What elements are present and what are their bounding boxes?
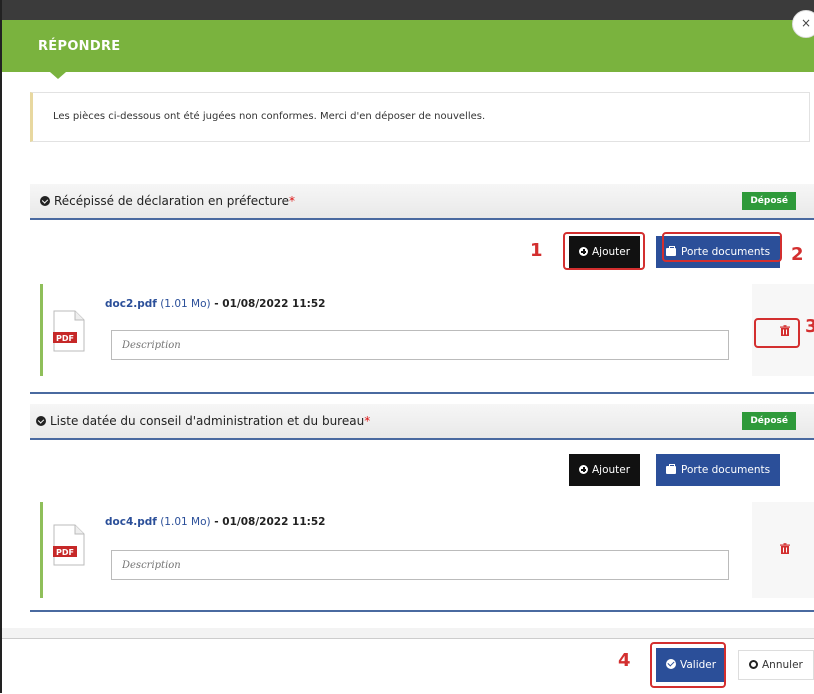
section-divider [30, 610, 814, 612]
annotation-box-4 [650, 642, 726, 688]
document-size: (1.01 Mo) [160, 516, 211, 528]
description-input[interactable] [111, 550, 729, 580]
modal-title: RÉPONDRE [38, 39, 121, 54]
add-label: Ajouter [592, 464, 631, 476]
section-title-text: Récépissé de déclaration en préfecture [54, 194, 290, 208]
document-panel: PDF doc2.pdf (1.01 Mo) - 01/08/2022 11:5… [40, 284, 814, 376]
section-divider [30, 392, 814, 394]
annotation-number-3: 3 [805, 316, 814, 337]
annotation-box-2 [662, 232, 782, 262]
description-input[interactable] [111, 330, 729, 360]
briefcase-icon [666, 464, 676, 474]
document-filename[interactable]: doc2.pdf [105, 298, 157, 310]
cancel-button[interactable]: Annuler [738, 650, 814, 680]
annotation-number-4: 4 [618, 650, 631, 671]
required-mark: * [364, 414, 371, 428]
notice-box: Les pièces ci-dessous ont été jugées non… [30, 92, 810, 142]
close-button[interactable]: × [792, 10, 814, 38]
annotation-number-2: 2 [791, 244, 804, 265]
portfolio-button[interactable]: Porte documents [656, 454, 781, 486]
svg-text:PDF: PDF [56, 548, 74, 557]
document-date: 01/08/2022 11:52 [222, 516, 326, 528]
required-mark: * [289, 194, 296, 208]
check-circle-icon [36, 416, 46, 426]
document-separator: - [210, 298, 223, 310]
document-filename[interactable]: doc4.pdf [105, 516, 157, 528]
modal-header: RÉPONDRE [2, 20, 814, 72]
header-notch [50, 72, 66, 79]
add-button[interactable]: Ajouter [569, 454, 641, 486]
document-name: doc2.pdf (1.01 Mo) - 01/08/2022 11:52 [105, 298, 325, 310]
cancel-label: Annuler [762, 659, 803, 671]
close-icon: × [800, 16, 812, 30]
section-title: Récépissé de déclaration en préfecture* [40, 194, 295, 208]
notice-text: Les pièces ci-dessous ont été jugées non… [53, 111, 486, 122]
pdf-file-icon: PDF [53, 524, 85, 566]
portfolio-label: Porte documents [681, 464, 771, 476]
trash-icon[interactable] [779, 543, 791, 555]
background-app-bar [2, 0, 814, 22]
document-panel: PDF doc4.pdf (1.01 Mo) - 01/08/2022 11:5… [40, 502, 814, 598]
section-header: Liste datée du conseil d'administration … [30, 404, 814, 440]
modal: RÉPONDRE × Les pièces ci-dessous ont été… [0, 0, 814, 694]
annotation-box-1 [563, 232, 645, 270]
plus-circle-icon [579, 465, 588, 474]
section-title: Liste datée du conseil d'administration … [36, 414, 370, 428]
svg-text:PDF: PDF [56, 334, 74, 343]
document-name: doc4.pdf (1.01 Mo) - 01/08/2022 11:52 [105, 516, 325, 528]
section-header: Récépissé de déclaration en préfecture* … [30, 184, 814, 220]
document-date: 01/08/2022 11:52 [222, 298, 326, 310]
document-size: (1.01 Mo) [160, 298, 211, 310]
pdf-file-icon: PDF [53, 310, 85, 352]
section-title-text: Liste datée du conseil d'administration … [50, 414, 365, 428]
check-circle-icon [40, 196, 50, 206]
annotation-box-3 [754, 318, 800, 348]
circle-icon [749, 660, 758, 669]
status-badge: Déposé [742, 192, 796, 210]
footer-shade [2, 628, 814, 638]
status-badge: Déposé [742, 412, 796, 430]
document-separator: - [210, 516, 223, 528]
annotation-number-1: 1 [530, 240, 543, 261]
